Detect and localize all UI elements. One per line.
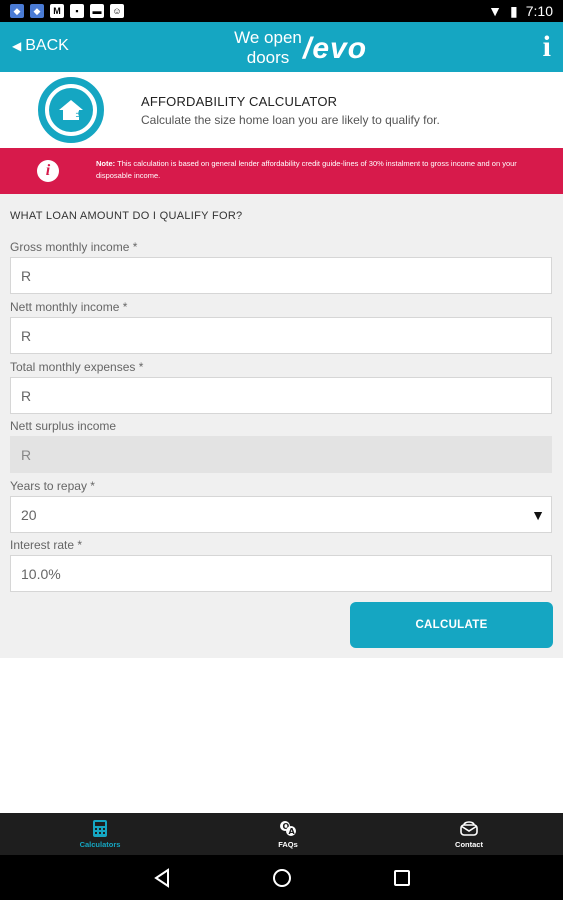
dropbox-icon: ◆: [10, 4, 24, 18]
system-recents-icon[interactable]: [390, 867, 414, 889]
gmail-icon: M: [50, 4, 64, 18]
calculator-icon: [93, 820, 107, 838]
back-button[interactable]: ◀ BACK: [12, 37, 69, 55]
notice-label: Note:: [96, 159, 116, 168]
nav-label: Contact: [455, 839, 483, 849]
info-icon: i: [37, 160, 59, 182]
status-bar: ◆ ◆ M ▪ ▬ ☺ ▼ ▮ 7:10: [0, 0, 563, 22]
expenses-input[interactable]: R: [10, 377, 552, 414]
contact-icon: [460, 820, 478, 838]
logo-mark: /evo: [303, 32, 368, 65]
info-notice: i Note: This calculation is based on gen…: [0, 148, 563, 194]
chat-icon: ▬: [90, 4, 104, 18]
interest-label: Interest rate *: [10, 538, 83, 552]
dropdown-arrow-icon: ▼: [531, 507, 545, 523]
nav-label: Calculators: [79, 839, 121, 849]
system-home-icon[interactable]: [270, 867, 294, 889]
android-icon: ☺: [110, 4, 124, 18]
app-header: ◀ BACK We open doors /evo i: [0, 22, 563, 72]
battery-icon: ▮: [510, 2, 518, 19]
dropbox-icon: ◆: [30, 4, 44, 18]
years-select[interactable]: 20 ▼: [10, 496, 552, 533]
photo-icon: ▪: [70, 4, 84, 18]
surplus-field: R: [10, 436, 552, 473]
calculate-button[interactable]: CALCULATE: [350, 602, 553, 648]
nav-faqs[interactable]: QA FAQs: [228, 813, 348, 855]
years-value: 20: [21, 506, 37, 523]
page-subtitle: Calculate the size home loan you are lik…: [141, 113, 440, 127]
surplus-label: Nett surplus income: [10, 419, 117, 433]
notice-text: Note: This calculation is based on gener…: [96, 158, 551, 182]
page-title: AFFORDABILITY CALCULATOR: [141, 94, 338, 109]
info-button[interactable]: i: [543, 30, 551, 64]
system-back-icon[interactable]: [150, 867, 174, 889]
home-loan-icon: ±: [38, 77, 104, 143]
svg-text:±: ±: [75, 110, 83, 120]
notice-body: This calculation is based on general len…: [96, 159, 517, 180]
years-label: Years to repay *: [10, 479, 95, 493]
gross-income-label: Gross monthly income *: [10, 240, 138, 254]
nett-income-label: Nett monthly income *: [10, 300, 128, 314]
notification-icons: ◆ ◆ M ▪ ▬ ☺: [10, 4, 124, 18]
affordability-form: WHAT LOAN AMOUNT DO I QUALIFY FOR? Gross…: [0, 194, 563, 658]
logo: We open doors /evo: [228, 26, 388, 70]
bottom-nav: Calculators QA FAQs Contact: [0, 813, 563, 855]
nav-contact[interactable]: Contact: [409, 813, 529, 855]
logo-tagline: We open doors: [234, 28, 302, 67]
svg-text:A: A: [289, 827, 296, 836]
form-heading: WHAT LOAN AMOUNT DO I QUALIFY FOR?: [10, 210, 243, 222]
expenses-label: Total monthly expenses *: [10, 360, 144, 374]
faq-icon: QA: [279, 820, 297, 838]
status-time: 7:10: [525, 3, 553, 19]
back-arrow-icon: ◀: [12, 39, 22, 53]
interest-input[interactable]: 10.0%: [10, 555, 552, 592]
gross-income-input[interactable]: R: [10, 257, 552, 294]
back-label: BACK: [25, 37, 69, 54]
calculator-intro: ± AFFORDABILITY CALCULATOR Calculate the…: [0, 72, 563, 148]
nav-label: FAQs: [278, 839, 298, 849]
nett-income-input[interactable]: R: [10, 317, 552, 354]
nav-calculators[interactable]: Calculators: [40, 813, 160, 855]
wifi-icon: ▼: [488, 3, 503, 19]
system-nav-bar: [0, 855, 563, 900]
